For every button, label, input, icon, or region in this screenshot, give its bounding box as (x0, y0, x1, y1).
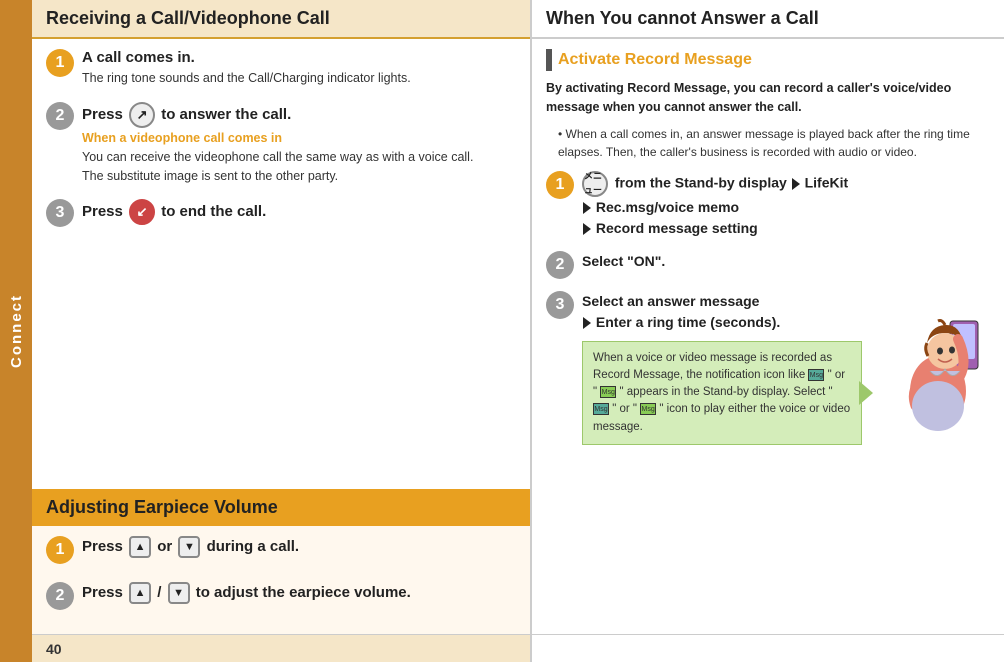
answer-key-icon: ↗ (129, 102, 155, 128)
adj-step1-suffix: during a call. (207, 538, 300, 555)
main-content: Receiving a Call/Videophone Call 1 A cal… (32, 0, 1004, 662)
right-step-2: 2 Select "ON". (546, 251, 990, 279)
right-step1-content: メニュー from the Stand-by display LifeKit R… (582, 171, 990, 239)
arrow-icon-4 (583, 317, 591, 329)
msg-icon-4: Msg (640, 403, 656, 415)
step1-content: A call comes in. The ring tone sounds an… (82, 49, 516, 88)
character-illustration (900, 291, 990, 464)
bottom-bar: 40 (32, 634, 530, 662)
activate-bar-decoration (546, 49, 552, 71)
activate-title: Activate Record Message (558, 51, 752, 69)
end-key-icon: ↙ (129, 199, 155, 225)
adj-step1-prefix: Press (82, 538, 127, 555)
right-column: When You cannot Answer a Call Activate R… (532, 0, 1004, 662)
activate-header: Activate Record Message (546, 49, 990, 71)
step2-suffix: to answer the call. (161, 106, 291, 123)
step2-body2: The substitute image is sent to the othe… (82, 167, 516, 186)
page-number: 40 (46, 641, 62, 657)
up-key2-icon: ▲ (129, 582, 151, 604)
adj-step2-suffix: to adjust the earpiece volume. (196, 584, 411, 601)
left-top-content: 1 A call comes in. The ring tone sounds … (32, 39, 530, 489)
right-step-num-1: 1 (546, 171, 574, 199)
info-box-content: When a voice or video message is recorde… (593, 350, 851, 436)
right-step3-title: Select an answer message Enter a ring ti… (582, 291, 900, 333)
step2-body1: You can receive the videophone call the … (82, 148, 516, 167)
section2-header: Adjusting Earpiece Volume (32, 489, 530, 526)
right-step-1: 1 メニュー from the Stand-by display LifeKit… (546, 171, 990, 239)
step3-content: Press ↙ to end the call. (82, 199, 516, 228)
right-step-num-2: 2 (546, 251, 574, 279)
step-1: 1 A call comes in. The ring tone sounds … (46, 49, 516, 88)
adj-step-1: 1 Press ▲ or ▼ during a call. (46, 536, 516, 564)
msg-icon-3: Msg (593, 403, 609, 415)
step2-content: Press ↗ to answer the call. When a video… (82, 102, 516, 186)
videophone-header: When a videophone call comes in (82, 131, 516, 145)
step3-suffix: to end the call. (161, 203, 266, 220)
menu-icon: メニュー (582, 171, 608, 197)
adj-step1-title: Press ▲ or ▼ during a call. (82, 536, 516, 558)
step3-prefix: Press (82, 203, 127, 220)
info-box-arrow (859, 381, 873, 405)
right-step3-text1: Select an answer message (582, 293, 759, 309)
adj-step-num-2: 2 (46, 582, 74, 610)
down-key2-icon: ▼ (168, 582, 190, 604)
step-2: 2 Press ↗ to answer the call. When a vid… (46, 102, 516, 186)
right-bottom-bar (532, 634, 1004, 662)
arrow-icon-1 (792, 178, 800, 190)
info-box: When a voice or video message is recorde… (582, 341, 862, 445)
arrow-icon-3 (583, 223, 591, 235)
step2-title: Press ↗ to answer the call. (82, 102, 516, 128)
right-step3-text2: Enter a ring time (seconds). (596, 314, 780, 330)
step1-title: A call comes in. (82, 49, 516, 66)
sidebar-tab: Connect (0, 0, 32, 662)
msg-icon-1: Msg (808, 369, 824, 381)
right-header: When You cannot Answer a Call (532, 0, 1004, 39)
character-svg (900, 291, 990, 461)
right-step2-content: Select "ON". (582, 251, 990, 272)
right-step1-title: メニュー from the Stand-by display LifeKit R… (582, 171, 990, 239)
right-step-num-3: 3 (546, 291, 574, 319)
bullet-text: When a call comes in, an answer message … (558, 125, 990, 161)
columns: Receiving a Call/Videophone Call 1 A cal… (32, 0, 1004, 662)
adj-step2-title: Press ▲ / ▼ to adjust the earpiece volum… (82, 582, 516, 604)
intro-text: By activating Record Message, you can re… (546, 79, 990, 117)
right-step1-text4: Record message setting (596, 220, 758, 236)
adj-step-2: 2 Press ▲ / ▼ to adjust the earpiece vol… (46, 582, 516, 610)
adj-step1-content: Press ▲ or ▼ during a call. (82, 536, 516, 561)
adj-step2-prefix: Press (82, 584, 127, 601)
arrow-icon-2 (583, 202, 591, 214)
right-content: Activate Record Message By activating Re… (532, 39, 1004, 634)
step-number-1: 1 (46, 49, 74, 77)
adj-step2-content: Press ▲ / ▼ to adjust the earpiece volum… (82, 582, 516, 607)
section1-header: Receiving a Call/Videophone Call (32, 0, 530, 39)
adj-step-num-1: 1 (46, 536, 74, 564)
left-column: Receiving a Call/Videophone Call 1 A cal… (32, 0, 532, 662)
info-box-text: When a voice or video message is recorde… (593, 350, 851, 436)
right-step3-content: Select an answer message Enter a ring ti… (582, 291, 900, 445)
right-step2-title: Select "ON". (582, 251, 990, 272)
sidebar-label: Connect (8, 294, 25, 368)
up-key-icon: ▲ (129, 536, 151, 558)
step2-prefix: Press (82, 106, 127, 123)
adj-step1-or: or (157, 538, 172, 555)
step-number-3: 3 (46, 199, 74, 227)
right-step-3: 3 Select an answer message Enter a ring … (546, 291, 990, 464)
adj-step2-middle: / (157, 584, 161, 601)
step3-title: Press ↙ to end the call. (82, 199, 516, 225)
down-key-icon: ▼ (178, 536, 200, 558)
right-step1-text1: from the Stand-by display (615, 174, 787, 190)
right-step1-text2: LifeKit (805, 174, 849, 190)
step-3: 3 Press ↙ to end the call. (46, 199, 516, 228)
msg-icon-2: Msg (600, 386, 616, 398)
right-step1-text3: Rec.msg/voice memo (596, 199, 739, 215)
left-bottom-content: 1 Press ▲ or ▼ during a call. 2 (32, 526, 530, 634)
step1-body: The ring tone sounds and the Call/Chargi… (82, 69, 516, 88)
step-number-2: 2 (46, 102, 74, 130)
